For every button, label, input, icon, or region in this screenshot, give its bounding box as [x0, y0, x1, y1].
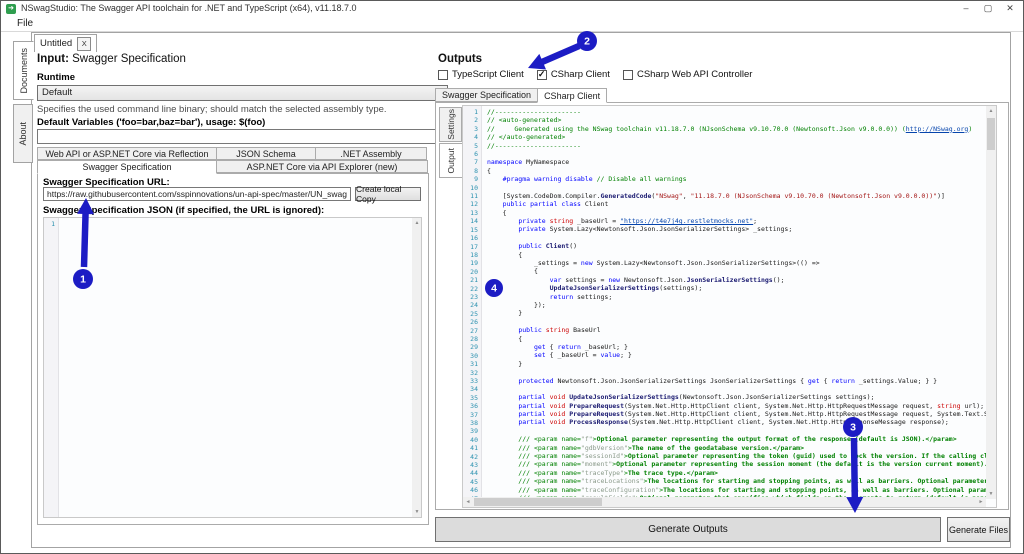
input-tab-swagger-specification[interactable]: Swagger Specification: [37, 160, 217, 174]
checkbox-label: TypeScript Client: [452, 69, 524, 80]
input-tab--net-assembly[interactable]: .NET Assembly: [315, 147, 427, 160]
sidebar-tab-documents[interactable]: Documents: [13, 41, 34, 100]
code-editor-horizontal-scrollbar[interactable]: ◄ ►: [463, 497, 986, 507]
maximize-icon[interactable]: ▢: [977, 1, 999, 16]
checkbox-unchecked-icon[interactable]: [438, 69, 448, 80]
checkbox-csharp-web-api-controller[interactable]: CSharp Web API Controller: [622, 69, 753, 80]
swagger-json-editor[interactable]: 1 ▲ ▼: [43, 217, 422, 518]
close-icon[interactable]: ✕: [999, 1, 1021, 16]
code-editor-vertical-scrollbar[interactable]: ▲ ▼: [986, 106, 996, 499]
sidebar-tab-about[interactable]: About: [13, 104, 33, 163]
side-tab-strip: Documents About: [13, 41, 34, 167]
runtime-hint: Specifies the used command line binary; …: [37, 104, 387, 115]
sidebar-tab-label: Documents: [18, 47, 29, 94]
input-heading-text: Swagger Specification: [68, 53, 186, 65]
runtime-selected-value: Default: [42, 87, 73, 98]
default-variables-input[interactable]: [37, 129, 448, 144]
input-source-tabs: Web API or ASP.NET Core via Reflection JS…: [37, 147, 429, 174]
horizontal-scroll-thumb[interactable]: [474, 498, 602, 506]
vertical-scroll-thumb[interactable]: [987, 118, 995, 150]
editor-tab-output[interactable]: Output: [439, 143, 463, 178]
close-document-icon[interactable]: X: [77, 36, 92, 51]
swagger-json-label: Swagger Specification JSON (if specified…: [43, 205, 325, 216]
minimize-icon[interactable]: –: [955, 1, 977, 16]
checkbox-label: CSharp Client: [550, 69, 610, 80]
scroll-up-icon[interactable]: ▲: [412, 218, 421, 228]
menu-bar: File: [1, 17, 1023, 32]
json-editor-gutter: 1: [44, 218, 59, 517]
input-heading-prefix: Input:: [37, 53, 69, 65]
checkbox-unchecked-icon[interactable]: [622, 69, 633, 80]
app-window: ➜ NSwagStudio: The Swagger API toolchain…: [0, 0, 1024, 554]
create-local-copy-button[interactable]: Create local Copy: [355, 184, 421, 204]
input-tab-asp-net-core-via-api-explorer-new-[interactable]: ASP.NET Core via API Explorer (new): [216, 160, 428, 173]
checkbox-label: CSharp Web API Controller: [636, 69, 753, 80]
checkbox-checked-icon[interactable]: [536, 69, 547, 80]
scroll-down-icon[interactable]: ▼: [412, 507, 421, 517]
scroll-left-icon[interactable]: ◄: [463, 497, 473, 507]
generate-files-button[interactable]: Generate Files: [947, 517, 1010, 542]
json-editor-vertical-scrollbar[interactable]: ▲ ▼: [412, 218, 421, 517]
document-tab-label: Untitled: [40, 38, 73, 49]
app-icon: ➜: [6, 4, 16, 14]
input-heading: Input: Swagger Specification: [37, 53, 186, 65]
default-variables-label: Default Variables ('foo=bar,baz=bar'), u…: [37, 117, 266, 128]
output-tab-csharp-client[interactable]: CSharp Client: [537, 88, 608, 103]
code-editor-content[interactable]: //----------------------// <auto-generat…: [483, 106, 986, 497]
title-bar: ➜ NSwagStudio: The Swagger API toolchain…: [1, 1, 1023, 17]
json-editor-content[interactable]: [60, 218, 412, 517]
editor-tab-label: Settings: [445, 109, 456, 140]
scroll-down-icon[interactable]: ▼: [986, 489, 996, 499]
scroll-right-icon[interactable]: ►: [976, 497, 986, 507]
editor-tab-settings[interactable]: Settings: [439, 107, 462, 142]
csharp-code-editor[interactable]: 1 2 3 4 5 6 7 8 9 10 11 12 13 14 15 16 17 18 19 20 21 22 23 24 2…: [462, 105, 997, 508]
sidebar-tab-label: About: [18, 121, 28, 146]
window-title: NSwagStudio: The Swagger API toolchain f…: [21, 3, 357, 13]
output-tabs: Swagger Specification CSharp Client: [435, 88, 608, 103]
checkbox-csharp-client[interactable]: CSharp Client: [536, 69, 610, 80]
checkbox-typescript-client[interactable]: TypeScript Client: [438, 69, 524, 80]
generate-outputs-button[interactable]: Generate Outputs: [435, 517, 941, 542]
scroll-up-icon[interactable]: ▲: [986, 106, 996, 116]
runtime-select[interactable]: Default ⌄: [37, 85, 448, 101]
output-type-checkboxes: TypeScript Client CSharp Client CSharp Web…: [438, 69, 752, 80]
menu-file[interactable]: File: [14, 17, 36, 31]
code-editor-gutter: 1 2 3 4 5 6 7 8 9 10 11 12 13 14 15 16 17 18 19 20 21 22 23 24 2…: [463, 106, 482, 503]
swagger-url-input[interactable]: [43, 187, 351, 201]
input-tab-json-schema[interactable]: JSON Schema: [216, 147, 316, 160]
output-tab-swagger-specification[interactable]: Swagger Specification: [435, 88, 539, 102]
editor-tab-label: Output: [446, 147, 456, 174]
runtime-label: Runtime: [37, 72, 75, 83]
tab-untitled[interactable]: Untitled X: [34, 34, 98, 52]
editor-side-tabs: Settings Output: [439, 107, 463, 179]
input-tab-web-api-or-asp-net-core-via-reflection[interactable]: Web API or ASP.NET Core via Reflection: [37, 147, 217, 160]
outputs-heading: Outputs: [438, 53, 483, 65]
